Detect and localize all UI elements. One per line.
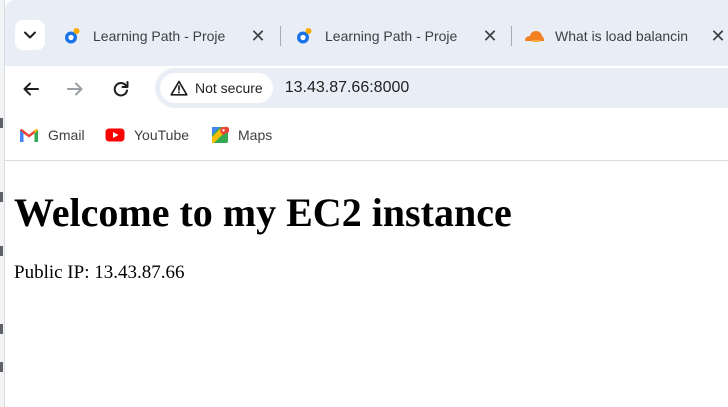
bookmark-gmail[interactable]: Gmail [19,124,85,146]
background-mark [0,118,3,128]
browser-tab[interactable]: Learning Path - Proje ✕ [63,18,268,54]
back-arrow-icon [23,82,39,96]
bookmarks-bar: Gmail YouTube Maps [5,112,728,161]
address-bar[interactable]: Not secure 13.43.87.66:8000 [155,68,728,108]
browser-tab[interactable]: Learning Path - Proje ✕ [295,18,500,54]
security-chip[interactable]: Not secure [160,73,273,103]
tab-title: What is load balancin [555,28,689,44]
bookmark-label: YouTube [134,127,190,143]
browser-window: Learning Path - Proje ✕ Learning Path - … [5,0,728,407]
bookmark-label: Maps [238,127,273,143]
youtube-icon [105,128,125,142]
background-mark [0,362,3,372]
page-heading: Welcome to my EC2 instance [14,190,512,235]
tab-separator [511,26,512,46]
tab-title: Learning Path - Proje [325,28,458,44]
chevron-down-icon [24,31,36,39]
cloudflare-icon [525,31,544,42]
close-tab-button[interactable]: ✕ [708,26,728,46]
close-tab-button[interactable]: ✕ [480,26,500,46]
bookmark-youtube[interactable]: YouTube [105,124,189,146]
page-content: Welcome to my EC2 instance Public IP: 13… [5,161,728,407]
gmail-icon [20,128,38,142]
url-text[interactable]: 13.43.87.66:8000 [285,79,410,97]
tab-strip: Learning Path - Proje ✕ Learning Path - … [5,0,728,66]
background-mark [0,246,3,256]
reload-icon [113,81,129,97]
forward-button[interactable] [61,75,89,103]
app-logo-icon [297,28,312,44]
tab-search-button[interactable] [15,20,45,50]
background-mark [0,192,3,202]
bookmark-maps[interactable]: Maps [211,124,272,146]
background-mark [0,324,3,334]
tab-title: Learning Path - Proje [93,28,226,44]
tab-separator [280,26,281,46]
reload-button[interactable] [107,75,135,103]
public-ip-text: Public IP: 13.43.87.66 [14,262,185,283]
maps-icon [212,126,229,143]
back-button[interactable] [17,75,45,103]
app-logo-icon [65,28,80,44]
browser-tab[interactable]: What is load balancin ✕ [523,18,728,54]
warning-icon [170,80,188,96]
bookmark-label: Gmail [48,127,85,143]
forward-arrow-icon [67,82,83,96]
browser-toolbar: Not secure 13.43.87.66:8000 [5,66,728,112]
close-tab-button[interactable]: ✕ [248,26,268,46]
security-label: Not secure [195,80,263,96]
